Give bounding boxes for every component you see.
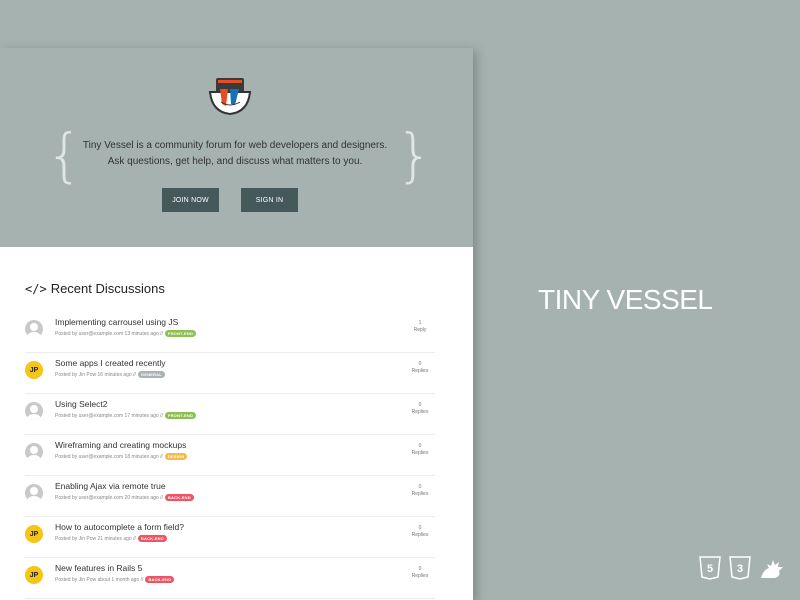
sign-in-button[interactable]: SIGN IN (241, 188, 298, 212)
recent-discussions-heading: </> Recent Discussions (25, 281, 165, 296)
meta-text: Posted by Jin Pow about 1 month ago // (55, 576, 144, 583)
discussion-meta: Posted by user@example.com 13 minutes ag… (55, 330, 197, 337)
reply-count-label: Replies (411, 450, 429, 456)
meta-text: Posted by user@example.com 20 minutes ag… (55, 494, 163, 501)
reply-count-number: 0 (418, 566, 422, 572)
category-tag[interactable]: FRONT-END (164, 330, 197, 337)
user-avatar: JP (25, 361, 43, 379)
reply-count: 0 Replies (405, 566, 435, 580)
meta-text: Posted by user@example.com 18 minutes ag… (55, 453, 163, 460)
reply-count-label: Replies (411, 491, 429, 497)
reply-count-number: 0 (418, 361, 422, 367)
tagline-line-1: Tiny Vessel is a community forum for web… (82, 140, 388, 151)
reply-count-label: Replies (411, 368, 429, 374)
discussion-row[interactable]: JP New features in Rails 5 Posted by Jin… (25, 558, 435, 599)
discussion-meta: Posted by Jin Pow 21 minutes ago // BACK… (55, 535, 167, 542)
meta-text: Posted by user@example.com 13 minutes ag… (55, 330, 163, 337)
brand-title: TINY VESSEL (538, 284, 713, 315)
reply-count-label: Replies (411, 409, 429, 415)
category-tag[interactable]: FRONT-END (164, 412, 197, 419)
reply-count: 1 Reply (405, 320, 435, 334)
css3-icon: 3 (729, 556, 751, 580)
reply-count-number: 0 (418, 525, 422, 531)
meta-text: Posted by user@example.com 17 minutes ag… (55, 412, 163, 419)
dragon-icon (761, 560, 783, 578)
discussion-title[interactable]: Wireframing and creating mockups (55, 440, 186, 450)
discussion-row[interactable]: JP Some apps I created recently Posted b… (25, 353, 435, 394)
hero-section: { Tiny Vessel is a community forum for w… (0, 48, 473, 247)
user-avatar: JP (25, 525, 43, 543)
user-avatar: JP (25, 566, 43, 584)
default-avatar-icon (25, 484, 43, 502)
discussion-row[interactable]: Using Select2 Posted by user@example.com… (25, 394, 435, 435)
category-tag[interactable]: GENERAL (137, 371, 165, 378)
discussion-row[interactable]: Wireframing and creating mockups Posted … (25, 435, 435, 476)
discussion-meta: Posted by user@example.com 17 minutes ag… (55, 412, 197, 419)
discussion-list: Implementing carrousel using JS Posted b… (25, 312, 435, 599)
code-icon: </> (25, 281, 47, 296)
svg-text:3: 3 (737, 563, 743, 575)
reply-count: 0 Replies (405, 484, 435, 498)
discussion-row[interactable]: JP How to autocomplete a form field? Pos… (25, 517, 435, 558)
meta-text: Posted by Jin Pow 21 minutes ago // (55, 535, 136, 542)
default-avatar-icon (25, 402, 43, 420)
join-now-button[interactable]: JOIN NOW (162, 188, 219, 212)
reply-count: 0 Replies (405, 525, 435, 539)
discussion-meta: Posted by user@example.com 18 minutes ag… (55, 453, 188, 460)
reply-count-label: Replies (411, 573, 429, 579)
tagline: Tiny Vessel is a community forum for web… (70, 138, 400, 170)
reply-count: 0 Replies (405, 443, 435, 457)
heading-label: Recent Discussions (50, 281, 165, 296)
category-tag[interactable]: BACK-END (145, 576, 175, 583)
discussion-title[interactable]: New features in Rails 5 (55, 563, 142, 573)
category-tag[interactable]: DESIGN (164, 453, 188, 460)
reply-count: 0 Replies (405, 361, 435, 375)
discussion-meta: Posted by Jin Pow 16 minutes ago // GENE… (55, 371, 165, 378)
svg-text:5: 5 (707, 563, 713, 575)
discussion-title[interactable]: Implementing carrousel using JS (55, 317, 178, 327)
reply-count-number: 0 (418, 484, 422, 490)
html5-icon: 5 (699, 556, 721, 580)
discussion-title[interactable]: Using Select2 (55, 399, 107, 409)
bowl-logo-icon (208, 78, 252, 116)
meta-text: Posted by Jin Pow 16 minutes ago // (55, 371, 136, 378)
tagline-line-2: Ask questions, get help, and discuss wha… (107, 156, 363, 167)
default-avatar-icon (25, 320, 43, 338)
discussion-meta: Posted by user@example.com 20 minutes ag… (55, 494, 194, 501)
tech-icons: 5 3 (699, 556, 785, 580)
category-tag[interactable]: BACK-END (137, 535, 167, 542)
discussion-title[interactable]: Some apps I created recently (55, 358, 166, 368)
discussion-row[interactable]: Enabling Ajax via remote true Posted by … (25, 476, 435, 517)
discussion-meta: Posted by Jin Pow about 1 month ago // B… (55, 576, 175, 583)
reply-count-number: 0 (418, 402, 422, 408)
reply-count-label: Replies (411, 532, 429, 538)
right-brace: } (396, 121, 433, 189)
discussion-row[interactable]: Implementing carrousel using JS Posted b… (25, 312, 435, 353)
forum-card: { Tiny Vessel is a community forum for w… (0, 48, 473, 600)
reply-count-label: Reply (413, 327, 427, 333)
discussion-title[interactable]: How to autocomplete a form field? (55, 522, 184, 532)
category-tag[interactable]: BACK-END (164, 494, 194, 501)
reply-count-number: 0 (418, 443, 422, 449)
default-avatar-icon (25, 443, 43, 461)
reply-count: 0 Replies (405, 402, 435, 416)
discussion-title[interactable]: Enabling Ajax via remote true (55, 481, 166, 491)
reply-count-number: 1 (418, 320, 422, 326)
